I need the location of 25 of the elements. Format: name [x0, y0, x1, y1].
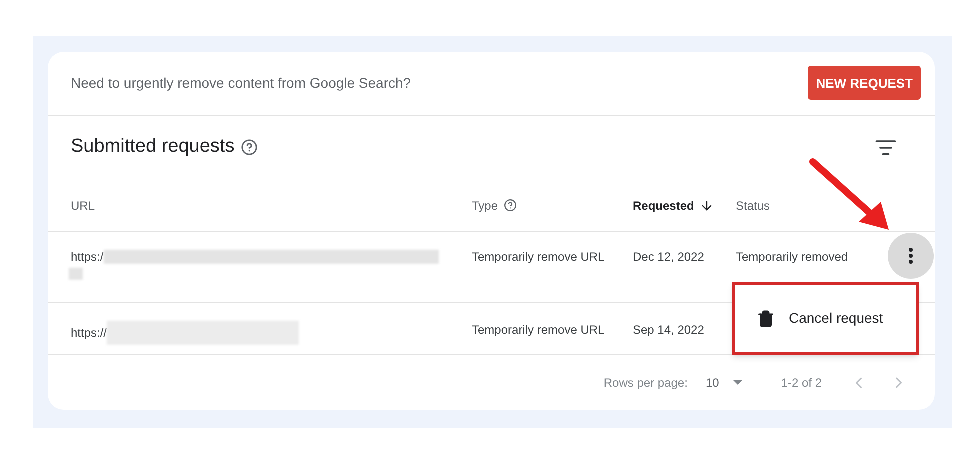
- column-header: Type: [472, 196, 518, 215]
- help-icon[interactable]: [504, 199, 518, 212]
- column-header[interactable]: Requested: [633, 196, 694, 215]
- kebab-icon: [909, 248, 913, 264]
- url-cell-text: https://: [71, 325, 108, 342]
- menu-item[interactable]: Cancel request: [735, 308, 916, 329]
- banner-text: Need to urgently remove content from Google Search?: [71, 74, 412, 93]
- status-cell-text: Temporarily removed: [736, 249, 850, 266]
- blurred-text: [69, 268, 83, 280]
- dropdown-icon: [733, 380, 744, 386]
- section-title: Submitted requests: [71, 135, 235, 160]
- rows-per-page-select[interactable]: 10: [706, 374, 744, 392]
- new-request-button[interactable]: NEW REQUEST: [808, 66, 921, 100]
- type-cell-text: Temporarily remove URL: [472, 322, 606, 340]
- column-header: Status: [736, 198, 770, 215]
- trash-icon: [757, 310, 775, 328]
- date-cell-text: Sep 14, 2022: [633, 322, 706, 340]
- url-cell-text: https:/: [71, 249, 104, 266]
- page-range: 1-2 of 2: [781, 374, 822, 392]
- column-header: URL: [71, 198, 96, 215]
- help-icon[interactable]: [240, 139, 258, 156]
- date-cell-text: Dec 12, 2022: [633, 249, 706, 266]
- more-button[interactable]: [888, 233, 934, 280]
- rows-per-page-label: Rows per page:: [604, 374, 688, 392]
- type-cell-text: Temporarily remove URL: [472, 249, 606, 266]
